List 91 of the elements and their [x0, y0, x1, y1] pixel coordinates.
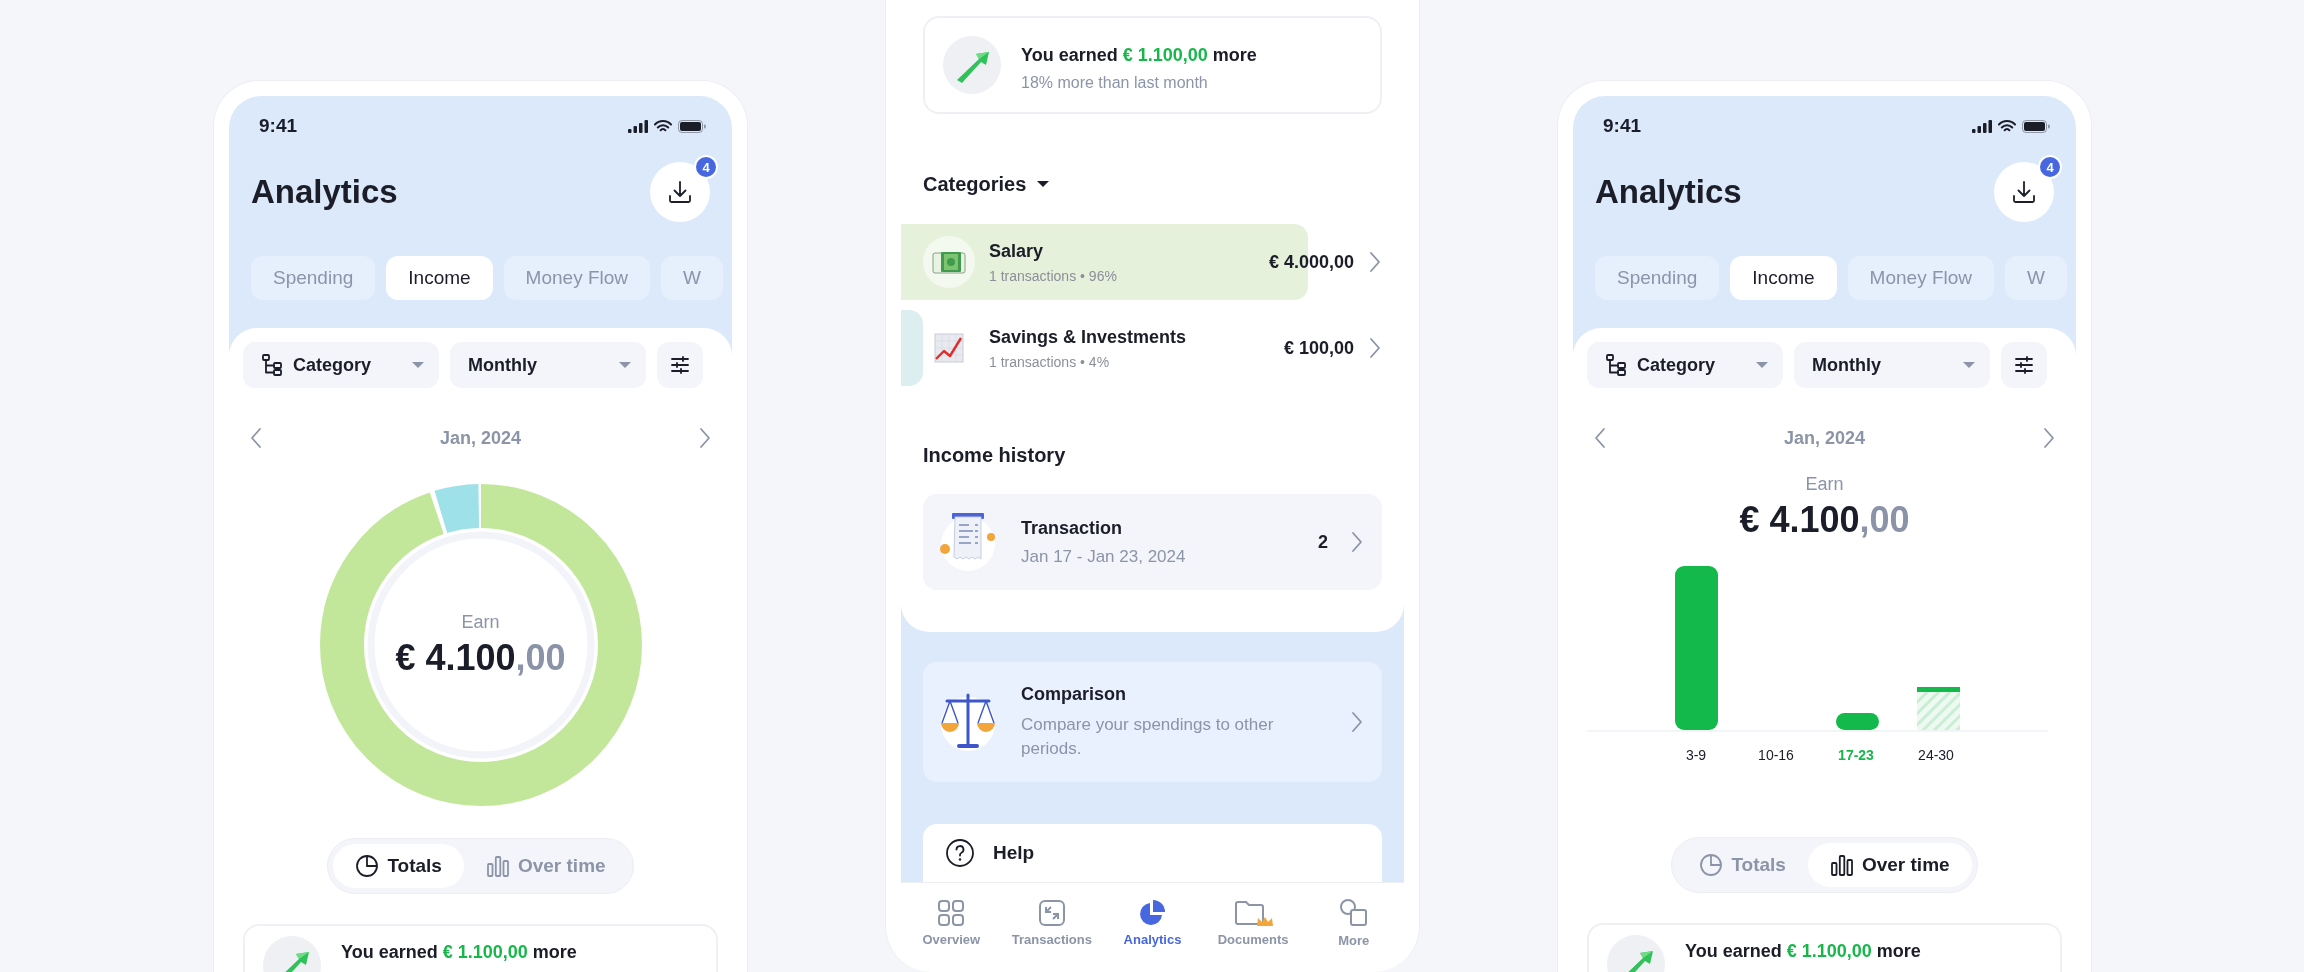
chevron-left-icon[interactable]	[249, 427, 263, 449]
status-time: 9:41	[259, 115, 298, 137]
period-dropdown[interactable]: Monthly	[1794, 342, 1990, 388]
shapes-icon	[1337, 897, 1370, 929]
download-icon	[2010, 178, 2038, 206]
screen-title: Analytics	[1595, 173, 1742, 211]
section-title: Income history	[923, 442, 1067, 468]
week-label: 10-16	[1758, 747, 1794, 763]
line-chart-icon	[934, 333, 964, 363]
insight-subtitle: 18% more than last month	[1021, 73, 1209, 92]
category-name: Salary	[989, 240, 1045, 262]
transaction-count: 2	[1318, 531, 1328, 553]
comparison-card[interactable]: Comparison Compare your spendings to other periods.	[923, 662, 1382, 782]
category-row[interactable]: Salary 1 transactions • 96% € 4.000,00	[901, 224, 1404, 300]
view-toggle-option[interactable]: Totals	[333, 844, 464, 888]
view-toggle-option[interactable]: Over time	[1807, 843, 1972, 887]
bar	[1836, 713, 1879, 730]
hierarchy-icon	[261, 353, 283, 377]
week-label: 3-9	[1685, 747, 1707, 763]
comparison-description: Compare your spendings to other periods.	[1021, 713, 1275, 760]
insight-title: You earned € 1.100,00 more	[341, 942, 577, 963]
download-button[interactable]	[650, 162, 710, 222]
bar-chart-icon	[485, 854, 510, 878]
banknote-icon	[932, 249, 966, 275]
period-label: Jan, 2024	[1783, 427, 1866, 449]
chevron-right-icon	[1350, 711, 1364, 733]
caret-icon	[618, 361, 632, 369]
tab[interactable]: Income	[1730, 256, 1837, 300]
folder-icon	[1233, 898, 1274, 928]
transaction-title: Transaction	[1021, 517, 1124, 539]
settings-icon	[2014, 356, 2034, 374]
chevron-left-icon[interactable]	[1593, 427, 1607, 449]
chevron-right-icon[interactable]	[2042, 427, 2056, 449]
notification-badge: 4	[694, 155, 718, 179]
category-name: Savings & Investments	[989, 326, 1188, 348]
pie-chart-icon	[1699, 853, 1724, 877]
pie-chart-icon	[355, 854, 380, 878]
categories-dropdown[interactable]: Categories	[923, 168, 1051, 200]
filter-settings-button[interactable]	[657, 342, 703, 388]
download-icon	[666, 178, 694, 206]
wifi-icon	[1998, 119, 2016, 133]
bar-chart-icon	[1829, 853, 1854, 877]
caret-icon	[1036, 180, 1051, 188]
status-time: 9:41	[1603, 115, 1642, 137]
hierarchy-icon	[1605, 353, 1627, 377]
battery-icon	[2022, 119, 2050, 133]
category-dropdown[interactable]: Category	[1587, 342, 1783, 388]
category-dropdown[interactable]: Category	[243, 342, 439, 388]
tab[interactable]: Income	[386, 256, 493, 300]
chevron-right-icon	[1368, 251, 1382, 273]
help-icon	[945, 838, 975, 868]
period-label: Jan, 2024	[439, 427, 522, 449]
projected-bar	[1917, 687, 1960, 730]
week-label: 17-23	[1838, 747, 1874, 763]
battery-icon	[678, 119, 706, 133]
signal-icon	[1972, 119, 1992, 133]
help-label: Help	[993, 842, 1035, 864]
pie-chart-icon	[1137, 898, 1168, 928]
total-amount: € 4.100,00	[1739, 499, 1910, 541]
total-amount: € 4.100,00	[395, 636, 566, 679]
category-amount: € 100,00	[1283, 337, 1354, 359]
help-card[interactable]: Help	[923, 824, 1382, 882]
wifi-icon	[654, 119, 672, 133]
period-dropdown[interactable]: Monthly	[450, 342, 646, 388]
download-button[interactable]	[1994, 162, 2054, 222]
chevron-right-icon	[1368, 337, 1382, 359]
caret-icon	[411, 361, 425, 369]
filter-settings-button[interactable]	[2001, 342, 2047, 388]
week-label: 24-30	[1918, 747, 1954, 763]
total-label: Earn	[1805, 474, 1844, 495]
category-row[interactable]: Savings & Investments 1 transactions • 4% € 100,00	[901, 310, 1404, 386]
grid-icon	[936, 898, 967, 928]
caret-icon	[1962, 361, 1976, 369]
chevron-right-icon	[1350, 531, 1364, 553]
settings-icon	[670, 356, 690, 374]
caret-icon	[1755, 361, 1769, 369]
category-meta: 1 transactions • 96%	[989, 267, 1118, 284]
transaction-card[interactable]: Transaction Jan 17 - Jan 23, 2024 2	[923, 494, 1382, 590]
comparison-title: Comparison	[1021, 683, 1127, 705]
notification-badge: 4	[2038, 155, 2062, 179]
insight-title: You earned € 1.100,00 more	[1685, 941, 1921, 962]
category-meta: 1 transactions • 4%	[989, 353, 1111, 370]
category-amount: € 4.000,00	[1268, 251, 1354, 273]
screen-title: Analytics	[251, 173, 398, 211]
transaction-dates: Jan 17 - Jan 23, 2024	[1021, 546, 1187, 567]
chevron-right-icon[interactable]	[698, 427, 712, 449]
total-label: Earn	[461, 611, 500, 633]
signal-icon	[628, 119, 648, 133]
insight-title: You earned € 1.100,00 more	[1021, 44, 1257, 66]
nav-item[interactable]: Analytics	[1102, 883, 1203, 962]
arrows-square-icon	[1036, 898, 1067, 928]
